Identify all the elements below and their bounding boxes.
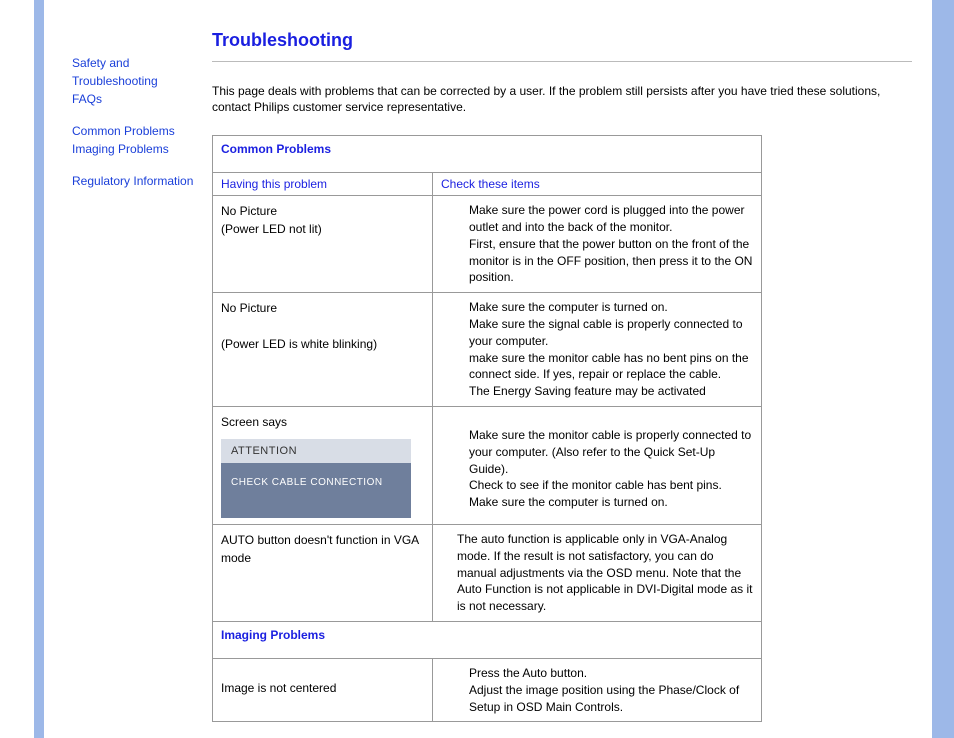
right-accent-bar <box>932 0 954 738</box>
section-heading-imaging: Imaging Problems <box>213 621 762 658</box>
problem-text: (Power LED is white blinking) <box>221 335 424 353</box>
troubleshooting-table: Common Problems Having this problem Chec… <box>212 135 762 722</box>
solution-cell: The auto function is applicable only in … <box>433 524 762 621</box>
solution-cell: Make sure the power cord is plugged into… <box>433 196 762 293</box>
table-row: Screen says ATTENTION CHECK CABLE CONNEC… <box>213 406 762 524</box>
title-divider <box>212 61 912 62</box>
attention-message-box: ATTENTION CHECK CABLE CONNECTION <box>221 439 411 518</box>
sidebar-nav: Safety and Troubleshooting FAQs Common P… <box>72 54 202 204</box>
page-title: Troubleshooting <box>212 30 912 51</box>
solution-cell: Make sure the monitor cable is properly … <box>433 406 762 524</box>
solution-text: Make sure the computer is turned on.Make… <box>441 299 753 400</box>
problem-text: Screen says <box>221 413 424 431</box>
sidebar-link-regulatory[interactable]: Regulatory Information <box>72 172 202 190</box>
sidebar-link-imaging-problems[interactable]: Imaging Problems <box>72 140 202 158</box>
sidebar-link-safety[interactable]: Safety and Troubleshooting <box>72 54 202 90</box>
sidebar-link-common-problems[interactable]: Common Problems <box>72 122 202 140</box>
main-content: Troubleshooting This page deals with pro… <box>212 30 912 722</box>
problem-text: No Picture <box>221 299 424 317</box>
col-header-problem: Having this problem <box>213 173 433 196</box>
solution-cell: Press the Auto button.Adjust the image p… <box>433 658 762 721</box>
problem-cell: AUTO button doesn't function in VGA mode <box>213 524 433 621</box>
problem-text: No Picture <box>221 202 424 220</box>
table-row: No Picture (Power LED not lit) Make sure… <box>213 196 762 293</box>
table-row: Image is not centered Press the Auto but… <box>213 658 762 721</box>
section-row-common: Common Problems <box>213 136 762 173</box>
problem-text: (Power LED not lit) <box>221 220 424 238</box>
problem-text: Image is not centered <box>221 679 424 697</box>
table-row: AUTO button doesn't function in VGA mode… <box>213 524 762 621</box>
problem-text: AUTO button doesn't function in VGA mode <box>221 531 424 567</box>
section-heading-common: Common Problems <box>213 136 762 173</box>
col-header-check: Check these items <box>433 173 762 196</box>
column-header-row: Having this problem Check these items <box>213 173 762 196</box>
left-accent-bar <box>34 0 44 738</box>
attention-head: ATTENTION <box>221 439 411 463</box>
solution-text: Press the Auto button.Adjust the image p… <box>441 665 753 715</box>
intro-text: This page deals with problems that can b… <box>212 84 912 115</box>
solution-cell: Make sure the computer is turned on.Make… <box>433 293 762 407</box>
section-row-imaging: Imaging Problems <box>213 621 762 658</box>
problem-cell: Screen says ATTENTION CHECK CABLE CONNEC… <box>213 406 433 524</box>
solution-text: Make sure the power cord is plugged into… <box>441 202 753 286</box>
page-root: Safety and Troubleshooting FAQs Common P… <box>0 0 954 738</box>
solution-text: Make sure the monitor cable is properly … <box>441 427 753 511</box>
problem-cell: Image is not centered <box>213 658 433 721</box>
table-row: No Picture (Power LED is white blinking)… <box>213 293 762 407</box>
problem-cell: No Picture (Power LED not lit) <box>213 196 433 293</box>
problem-cell: No Picture (Power LED is white blinking) <box>213 293 433 407</box>
solution-text: The auto function is applicable only in … <box>441 531 753 615</box>
sidebar-link-faqs[interactable]: FAQs <box>72 90 202 108</box>
attention-body: CHECK CABLE CONNECTION <box>221 463 411 518</box>
